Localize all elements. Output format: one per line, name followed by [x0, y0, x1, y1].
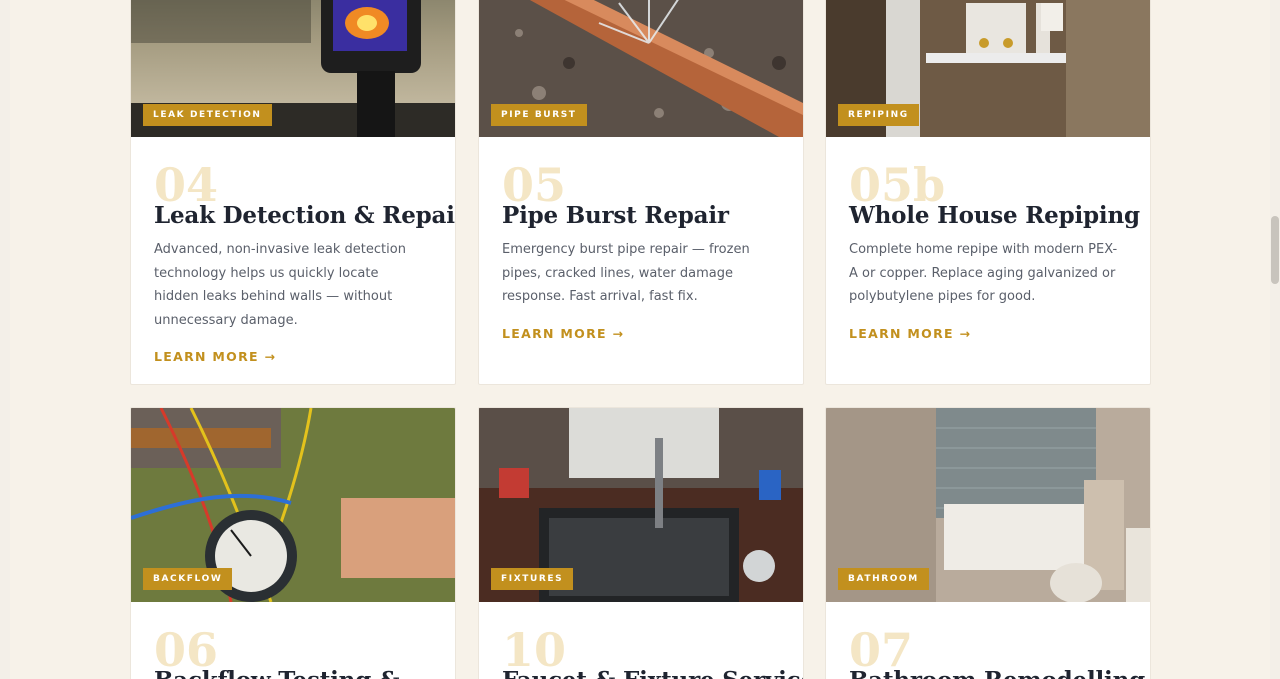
category-badge: BACKFLOW — [143, 568, 233, 590]
service-description: Emergency burst pipe repair — frozen pip… — [502, 242, 750, 304]
category-badge: BATHROOM — [838, 568, 929, 590]
service-description: Advanced, non-invasive leak detection te… — [154, 242, 406, 328]
service-card-leak-detection[interactable]: LEAK DETECTION 04 Leak Detection & Repai… — [130, 0, 456, 385]
page-gutter-right — [1270, 0, 1280, 679]
scrollbar-thumb[interactable] — [1271, 216, 1279, 284]
service-title[interactable]: Leak Detection & Repair — [154, 202, 455, 229]
service-title[interactable]: Pipe Burst Repair — [502, 202, 729, 229]
learn-more-link[interactable]: LEARN MORE → — [849, 326, 971, 341]
category-badge: REPIPING — [838, 104, 919, 126]
service-title[interactable]: Bathroom Remodelling — [849, 667, 1145, 679]
service-title[interactable]: Whole House Repiping — [849, 202, 1140, 229]
service-card-backflow[interactable]: BACKFLOW 06 Backflow Testing & — [130, 407, 456, 679]
learn-more-link[interactable]: LEARN MORE → — [154, 349, 276, 364]
category-badge: PIPE BURST — [491, 104, 587, 126]
service-title[interactable]: Backflow Testing & — [154, 667, 400, 679]
category-badge: FIXTURES — [491, 568, 574, 590]
service-card-bathroom[interactable]: BATHROOM 07 Bathroom Remodelling — [825, 407, 1151, 679]
page-gutter-left — [0, 0, 10, 679]
service-card-repiping[interactable]: REPIPING 05b Whole House Repiping Comple… — [825, 0, 1151, 385]
service-card-fixtures[interactable]: FIXTURES 10 Faucet & Fixture Services — [478, 407, 804, 679]
learn-more-link[interactable]: LEARN MORE → — [502, 326, 624, 341]
service-description: Complete home repipe with modern PEX-A o… — [849, 242, 1118, 304]
service-title[interactable]: Faucet & Fixture Services — [502, 667, 803, 679]
service-card-pipe-burst[interactable]: PIPE BURST 05 Pipe Burst Repair Emergenc… — [478, 0, 804, 385]
category-badge: LEAK DETECTION — [143, 104, 272, 126]
